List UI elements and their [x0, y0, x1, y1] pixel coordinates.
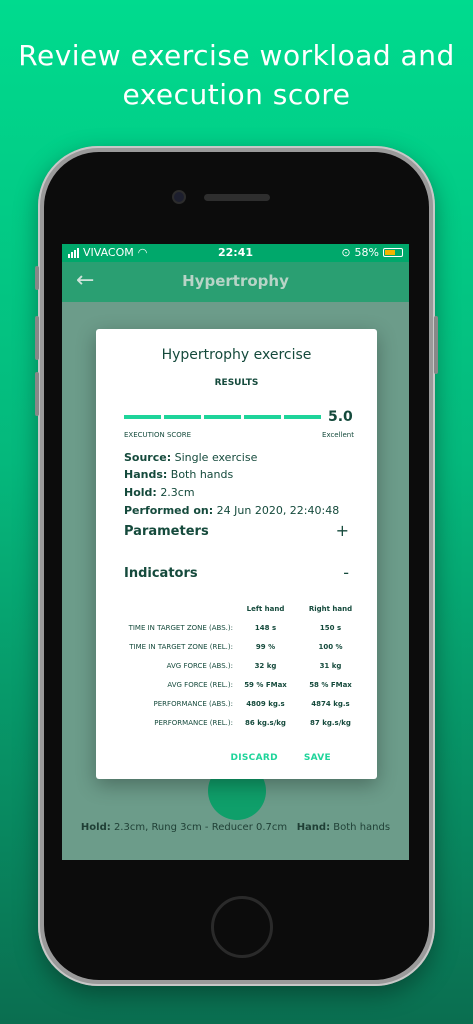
- info-value: Single exercise: [174, 451, 258, 464]
- expand-parameters-icon[interactable]: +: [336, 521, 349, 540]
- rotation-lock-icon: ⊙: [341, 246, 351, 259]
- row-label: TIME IN TARGET ZONE (REL.):: [129, 642, 233, 651]
- column-left-hand: Left hand: [246, 604, 285, 613]
- info-value: 2.3cm: [160, 486, 195, 499]
- table-row: PERFORMANCE (REL.): 86 kg.s/kg 87 kg.s/k…: [110, 713, 363, 732]
- status-bar: VIVACOM ◠ 22:41 ⊙ 58%: [62, 244, 409, 262]
- table-row: TIME IN TARGET ZONE (REL.): 99 % 100 %: [110, 637, 363, 656]
- collapse-indicators-icon[interactable]: -: [343, 563, 349, 582]
- info-value: 24 Jun 2020, 22:40:48: [216, 504, 340, 517]
- row-label: AVG FORCE (ABS.):: [166, 661, 233, 670]
- speaker-grille: [204, 194, 270, 201]
- execution-score-rating: Excellent: [322, 431, 354, 439]
- table-row: AVG FORCE (ABS.): 32 kg 31 kg: [110, 656, 363, 675]
- dialog-title: Hypertrophy exercise: [161, 347, 312, 363]
- volume-down-button: [35, 372, 39, 416]
- dialog-actions: DISCARD SAVE: [230, 753, 331, 763]
- results-dialog: Hypertrophy exercise RESULTS 5.0 EXECUTI…: [96, 329, 377, 779]
- mute-switch: [35, 266, 39, 290]
- execution-score-value: 5.0: [328, 409, 353, 425]
- score-segment: [244, 415, 281, 419]
- left-value: 32 kg: [254, 661, 277, 670]
- indicators-table: Left hand Right hand TIME IN TARGET ZONE…: [110, 599, 363, 732]
- hold-hand-summary: Hold: 2.3cm, Rung 3cm - Reducer 0.7cm Ha…: [62, 822, 409, 833]
- column-right-hand: Right hand: [308, 604, 353, 613]
- headline: Review exercise workload and execution s…: [0, 36, 473, 114]
- right-value: 4874 kg.s: [311, 699, 350, 708]
- info-performed-on: Performed on: 24 Jun 2020, 22:40:48: [124, 504, 339, 517]
- power-button: [434, 316, 438, 374]
- row-label: PERFORMANCE (ABS.):: [153, 699, 233, 708]
- row-label: PERFORMANCE (REL.):: [154, 718, 233, 727]
- volume-up-button: [35, 316, 39, 360]
- indicators-header[interactable]: Indicators: [124, 566, 198, 581]
- left-value: 148 s: [254, 623, 277, 632]
- right-value: 100 %: [318, 642, 343, 651]
- info-label: Source:: [124, 451, 172, 464]
- right-value: 31 kg: [319, 661, 342, 670]
- parameters-header[interactable]: Parameters: [124, 524, 209, 539]
- table-row: TIME IN TARGET ZONE (ABS.): 148 s 150 s: [110, 618, 363, 637]
- left-value: 59 % FMax: [244, 680, 287, 689]
- execution-score-label: EXECUTION SCORE: [124, 431, 192, 439]
- indicators-header-row: Left hand Right hand: [110, 599, 363, 618]
- score-segment: [124, 415, 161, 419]
- app-bar-title: Hypertrophy: [182, 272, 289, 290]
- table-row: AVG FORCE (REL.): 59 % FMax 58 % FMax: [110, 675, 363, 694]
- headline-line-2: execution score: [122, 78, 351, 111]
- hand-label: Hand:: [296, 822, 331, 833]
- battery-percent: 58%: [354, 246, 379, 259]
- battery-icon: [383, 248, 403, 257]
- left-value: 4809 kg.s: [246, 699, 285, 708]
- app-bar: ← Hypertrophy: [62, 262, 409, 302]
- info-label: Hold:: [124, 486, 157, 499]
- right-value: 150 s: [319, 623, 342, 632]
- left-value: 99 %: [255, 642, 276, 651]
- info-hands: Hands: Both hands: [124, 468, 233, 481]
- score-segment: [204, 415, 241, 419]
- hold-value: 2.3cm, Rung 3cm - Reducer 0.7cm: [113, 822, 288, 833]
- save-button[interactable]: SAVE: [304, 753, 331, 763]
- dialog-subtitle: RESULTS: [214, 378, 259, 388]
- right-value: 58 % FMax: [309, 680, 352, 689]
- info-source: Source: Single exercise: [124, 451, 257, 464]
- info-hold: Hold: 2.3cm: [124, 486, 195, 499]
- left-value: 86 kg.s/kg: [245, 718, 286, 727]
- home-button[interactable]: [211, 896, 273, 958]
- info-label: Hands:: [124, 468, 168, 481]
- info-label: Performed on:: [124, 504, 214, 517]
- discard-button[interactable]: DISCARD: [230, 753, 277, 763]
- row-label: AVG FORCE (REL.):: [167, 680, 233, 689]
- score-segment: [284, 415, 321, 419]
- hand-value: Both hands: [333, 822, 391, 833]
- table-row: PERFORMANCE (ABS.): 4809 kg.s 4874 kg.s: [110, 694, 363, 713]
- execution-score-bar: [124, 415, 321, 419]
- info-value: Both hands: [170, 468, 234, 481]
- front-camera-icon: [172, 190, 186, 204]
- right-value: 87 kg.s/kg: [310, 718, 351, 727]
- headline-line-1: Review exercise workload and: [18, 39, 455, 72]
- score-segment: [164, 415, 201, 419]
- hold-label: Hold:: [80, 822, 111, 833]
- row-label: TIME IN TARGET ZONE (ABS.):: [128, 623, 233, 632]
